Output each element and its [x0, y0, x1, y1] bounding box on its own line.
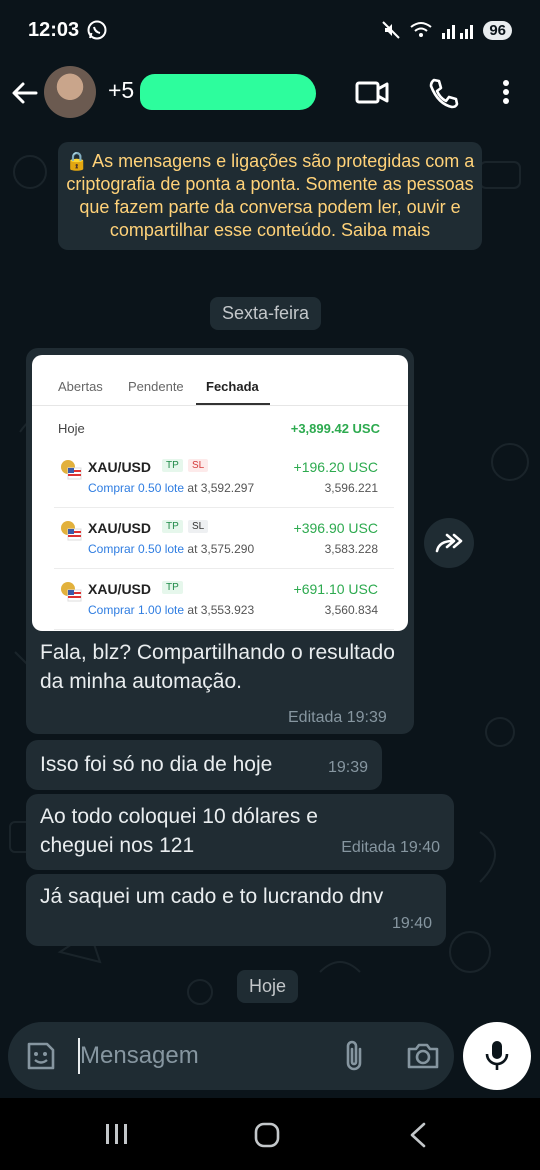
camera-icon[interactable]: [406, 1040, 440, 1077]
tp-tag: TP: [162, 459, 183, 472]
tp-tag: TP: [162, 520, 183, 533]
wifi-icon: [410, 22, 432, 37]
battery-indicator: 96: [483, 20, 512, 40]
message-bubble[interactable]: Já saquei um cado e to lucrando dnv 19:4…: [26, 874, 446, 946]
microphone-icon: [485, 1041, 509, 1070]
forward-button[interactable]: [424, 518, 474, 568]
gold-usd-icon: [61, 460, 82, 480]
status-bar: 12:03 96: [0, 0, 540, 62]
video-call-icon[interactable]: [354, 76, 390, 113]
mute-icon: [382, 21, 401, 39]
message-text: Já saquei um cado e to lucrando dnv: [40, 885, 384, 908]
tab-pendente: Pendente: [128, 379, 184, 394]
trade-detail: Comprar 1.00 lote at 3,553.923: [88, 603, 254, 617]
signal-icon: [442, 25, 474, 39]
sl-tag: SL: [188, 459, 209, 472]
trade-open-price: at 3,592.297: [187, 481, 255, 495]
trade-row: XAU/USD TP SL +196.20 USC Comprar 0.50 l…: [54, 447, 394, 508]
trade-detail: Comprar 0.50 lote at 3,592.297: [88, 481, 254, 495]
date-chip: Sexta-feira: [210, 297, 322, 330]
voice-call-icon[interactable]: [426, 76, 460, 115]
sl-tag: SL: [188, 520, 209, 533]
system-navigation-bar: [0, 1098, 540, 1170]
message-text: Isso foi só no dia de hoje: [40, 753, 273, 776]
message-meta: Editada 19:39: [288, 709, 387, 726]
trade-pnl: +396.90 USC: [293, 520, 378, 536]
trade-symbol: XAU/USD: [88, 459, 152, 475]
contact-avatar[interactable]: [44, 66, 96, 118]
whatsapp-status-icon: [86, 19, 108, 46]
tab-abertas: Abertas: [58, 379, 103, 394]
trade-close-price: 3,560.834: [324, 603, 378, 617]
message-text: Ao todo coloquei 10 dólares e cheguei no…: [40, 805, 318, 857]
chat-header: +5: [0, 62, 540, 132]
gold-usd-icon: [61, 521, 82, 541]
redaction-mask: [140, 74, 316, 110]
voice-record-button[interactable]: [463, 1022, 531, 1090]
message-meta: 19:40: [391, 915, 432, 932]
sticker-icon[interactable]: [24, 1039, 58, 1078]
trade-detail: Comprar 0.50 lote at 3,575.290: [88, 542, 254, 556]
trade-close-price: 3,583.228: [324, 542, 378, 556]
home-icon[interactable]: [254, 1122, 280, 1153]
attach-icon[interactable]: [342, 1039, 366, 1078]
status-icons: 96: [381, 20, 512, 40]
trade-open-price: at 3,575.290: [187, 542, 255, 556]
trade-row: XAU/USD TP +691.10 USC Comprar 1.00 lote…: [54, 569, 394, 630]
message-bubble[interactable]: Isso foi só no dia de hoje 19:39: [26, 740, 382, 790]
today-total: +3,899.42 USC: [290, 421, 380, 436]
trade-action: Comprar 1.00 lote: [88, 603, 185, 617]
date-chip: Hoje: [237, 970, 299, 1003]
trade-pnl: +196.20 USC: [293, 459, 378, 475]
tp-tag: TP: [162, 581, 183, 594]
forward-icon: [435, 533, 463, 553]
trade-close-price: 3,596.221: [324, 481, 378, 495]
message-meta: Editada 19:40: [341, 839, 440, 856]
recent-apps-icon[interactable]: [104, 1122, 130, 1151]
trade-action: Comprar 0.50 lote: [88, 542, 185, 556]
gold-usd-icon: [61, 582, 82, 602]
status-time: 12:03: [28, 19, 80, 41]
more-options-icon[interactable]: [494, 76, 518, 113]
trade-pnl: +691.10 USC: [293, 581, 378, 597]
trade-action: Comprar 0.50 lote: [88, 481, 185, 495]
trade-symbol: XAU/USD: [88, 581, 152, 597]
active-tab-underline: [196, 403, 270, 405]
message-input[interactable]: Mensagem: [80, 1042, 199, 1070]
encryption-notice[interactable]: 🔒 As mensagens e ligações são protegidas…: [58, 142, 482, 250]
trade-open-price: at 3,553.923: [187, 603, 255, 617]
message-meta: 19:39: [327, 759, 368, 776]
back-nav-icon[interactable]: [408, 1122, 428, 1153]
message-bubble[interactable]: Ao todo coloquei 10 dólares e cheguei no…: [26, 794, 454, 870]
trade-history-screenshot[interactable]: Abertas Pendente Fechada Hoje +3,899.42 …: [32, 355, 408, 631]
screenshot-tabs: Abertas Pendente Fechada: [32, 355, 408, 406]
trade-symbol: XAU/USD: [88, 520, 152, 536]
message-text: Fala, blz? Compartilhando o resultado da…: [40, 641, 395, 693]
today-label: Hoje: [58, 421, 85, 436]
tab-fechada: Fechada: [206, 379, 259, 394]
message-composer[interactable]: Mensagem: [8, 1022, 454, 1090]
chat-area[interactable]: 🔒 As mensagens e ligações são protegidas…: [0, 132, 540, 1020]
trade-row: XAU/USD TP SL +396.90 USC Comprar 0.50 l…: [54, 508, 394, 569]
back-arrow-icon[interactable]: [10, 78, 40, 113]
contact-name[interactable]: +5: [108, 77, 134, 104]
